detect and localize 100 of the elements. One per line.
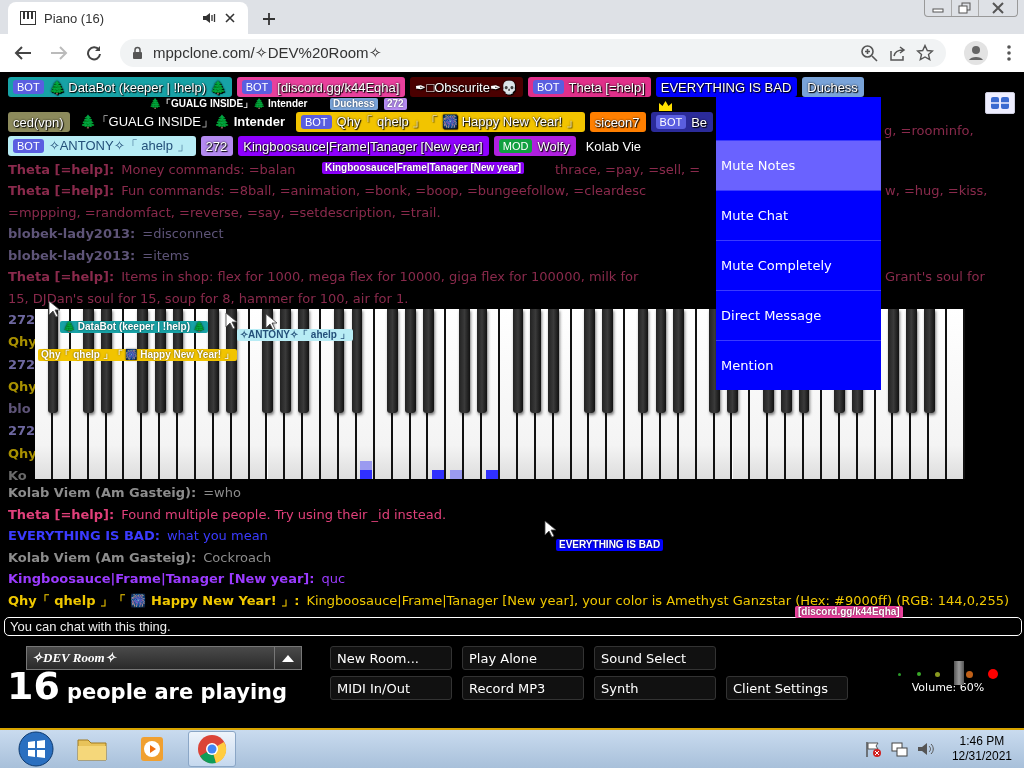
chat-author: Theta [=help]: <box>8 269 115 284</box>
zoom-icon[interactable] <box>860 44 878 62</box>
participant-name: Kolab Vie <box>585 138 642 154</box>
participant-tag[interactable]: BOT Theta [=help] <box>527 77 651 97</box>
chat-author: Theta [=help]: <box>8 506 115 522</box>
bot-badge: BOT <box>655 115 687 129</box>
caret-up-icon[interactable] <box>281 653 295 663</box>
chat-author: Qhy <box>8 333 37 352</box>
start-orb-icon[interactable] <box>16 731 56 767</box>
participant-name: Wolfy <box>537 138 570 154</box>
chat-author: Kolab Viem (Am Gasteig): <box>8 549 197 565</box>
chat-author: Qhy「 qhelp 」「 🎆 Happy New Year! 」: <box>8 592 300 608</box>
menu-button[interactable]: Client Settings <box>726 676 848 700</box>
browser-tab[interactable]: Piano (16) <box>8 2 248 34</box>
chat-message: quc <box>321 571 346 586</box>
url-text: mppclone.com/✧DEV%20Room✧ <box>153 44 383 62</box>
cursor-name-tooltip: 272 <box>384 98 407 110</box>
participant-tag[interactable]: EVERYTHING IS BAD <box>655 77 798 97</box>
menu-item[interactable]: Mention <box>716 340 882 390</box>
participant-name: siceon7 <box>594 114 640 130</box>
chat-message: w, =hug, =kiss, <box>885 182 988 200</box>
menu-button[interactable]: Sound Select <box>594 646 716 670</box>
avatar-icon[interactable] <box>964 41 988 65</box>
bot-badge: BOT <box>532 80 564 94</box>
participant-tag[interactable]: BOT Qhy「 qhelp 」「 🎆 Happy New Year! 」 <box>295 112 585 132</box>
menu-button[interactable]: MIDI In/Out <box>330 676 452 700</box>
participant-tag[interactable]: BOT ✧ANTONY✧「 ahelp 」 <box>8 136 196 156</box>
chat-message: Grant's soul for <box>885 268 985 286</box>
chat-message: =items <box>142 247 190 263</box>
menu-button[interactable]: Play Alone <box>462 646 584 670</box>
participant-tag[interactable]: MOD Wolfy <box>493 136 576 156</box>
menu-button[interactable]: Record MP3 <box>462 676 584 700</box>
bot-badge: BOT <box>300 115 332 129</box>
chat-author: Qhy <box>8 377 37 396</box>
bot-badge: MOD <box>498 139 533 153</box>
participant-name: EVERYTHING IS BAD <box>660 79 792 95</box>
address-bar[interactable]: mppclone.com/✧DEV%20Room✧ <box>120 39 946 67</box>
participant-name: 🌲 DataBot (keeper | !help) 🌲 <box>48 79 226 95</box>
chat-message: thrace, =pay, =sell, = <box>555 160 701 179</box>
chat-message: =disconnect <box>142 226 224 241</box>
participant-tag[interactable]: Kingboosauce|Frame|Tanager [New year] <box>238 136 489 156</box>
cursor-name-tooltip: ✧ANTONY✧「 ahelp 」 <box>237 329 353 341</box>
participant-tag[interactable]: ced(vpn) <box>8 112 70 132</box>
cursor-name-tooltip: Kingboosauce|Frame|Tanager [New year] <box>322 162 525 174</box>
menu-item[interactable]: Mute Chat <box>716 190 882 240</box>
menu-item[interactable]: Mute Notes <box>716 140 882 190</box>
participant-tag[interactable]: BOT [discord.gg/k44Eqha] <box>236 77 406 97</box>
chat-message: Kingboosauce|Frame|Tanager [New year], your color is Amethyst Ganzstar (Hex: #9000ff) (RGB: 144,0,255) <box>306 592 1009 608</box>
blocks-icon <box>991 97 1009 109</box>
chat-author: Theta [=help]: <box>8 161 115 177</box>
participant-tag[interactable]: BOT 🌲 DataBot (keeper | !help) 🌲 <box>8 77 232 97</box>
clock-date[interactable]: 12/31/2021 <box>951 749 1012 764</box>
clock-time[interactable]: 1:46 PM <box>959 734 1005 749</box>
chat-author: Qhy <box>8 444 37 463</box>
reload-icon[interactable] <box>86 45 102 61</box>
browser-icon <box>195 732 229 766</box>
menu-button[interactable]: New Room... <box>330 646 452 670</box>
menu-item[interactable]: Mute Completely <box>716 240 882 290</box>
taskbar-app[interactable] <box>188 731 236 767</box>
participant-name: [discord.gg/k44Eqha] <box>277 79 400 95</box>
participant-name: Qhy「 qhelp 」「 🎆 Happy New Year! 」 <box>336 113 579 131</box>
cursor-name-tooltip: Duchess <box>330 98 378 110</box>
chat-message: Items in shop: flex for 1000, mega flex for 10000, giga flex for 100000, milk for <box>121 269 639 284</box>
cursor-icon <box>225 312 237 330</box>
cursor-icon <box>265 313 277 331</box>
network-icon[interactable] <box>889 740 908 758</box>
participant-tag[interactable]: BOT Be <box>650 112 714 132</box>
lock-icon <box>132 46 143 60</box>
menu-item[interactable]: Direct Message <box>716 290 882 340</box>
speaker-icon[interactable] <box>915 740 934 758</box>
participant-tag[interactable]: ✒□Obscurite✒💀 <box>410 77 523 97</box>
menu-button[interactable]: Synth <box>594 676 716 700</box>
room-select[interactable]: ✧DEV Room✧ <box>26 646 302 670</box>
menu-icon[interactable] <box>1006 44 1012 62</box>
plus-icon[interactable] <box>262 12 276 26</box>
share-icon[interactable] <box>888 44 906 62</box>
chat-message: Found multiple people. Try using their _id instead. <box>121 506 447 522</box>
participant-name: ✒□Obscurite✒💀 <box>415 79 517 95</box>
close-icon[interactable] <box>224 12 236 24</box>
cursor-name-tooltip: Qhy「 qhelp 」「 🎆 Happy New Year! 」 <box>38 349 237 361</box>
back-icon[interactable] <box>14 45 32 61</box>
chat-message: g, =roominfo, <box>884 122 974 140</box>
chat-author: Kolab Viem (Am Gasteig): <box>8 485 197 500</box>
chat-message: Money commands: =balan <box>121 161 296 177</box>
chat-input[interactable]: You can chat with this thing. <box>4 617 1022 636</box>
cursor-icon <box>544 520 556 538</box>
player-count-label: people are playing <box>66 680 288 704</box>
speaker-icon <box>202 12 216 24</box>
flag-icon[interactable] <box>863 740 882 758</box>
participant-name: Be <box>691 114 708 130</box>
chat-author: Ko <box>8 467 27 486</box>
chat-author: Theta [=help]: <box>8 183 115 198</box>
bot-badge: BOT <box>241 80 273 94</box>
chat-author: 272 <box>8 311 36 329</box>
bot-badge: BOT <box>13 80 44 94</box>
toggle-button[interactable] <box>985 92 1015 114</box>
piano-keyboard[interactable] <box>35 309 965 479</box>
participant-name: Duchess <box>807 79 858 95</box>
participant-name: ced(vpn) <box>13 114 64 130</box>
star-icon[interactable] <box>916 44 934 62</box>
